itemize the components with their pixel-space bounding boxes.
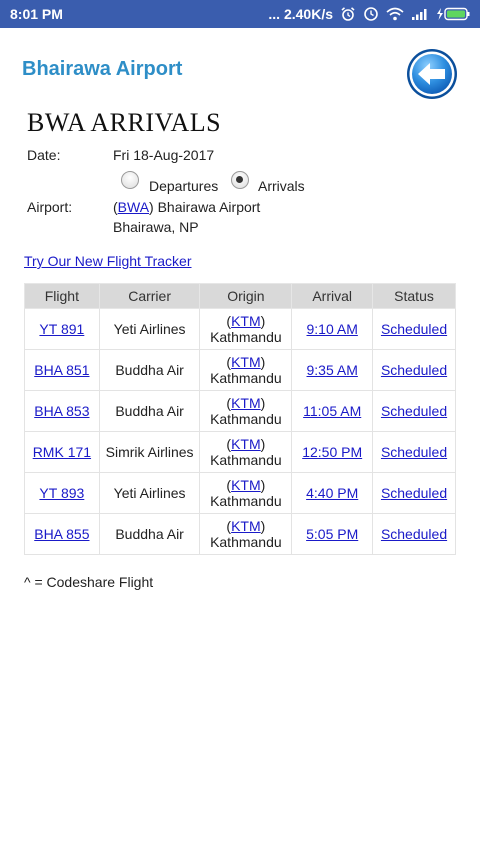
flight-link[interactable]: BHA 855 [34,526,89,542]
date-value: Fri 18-Aug-2017 [113,147,215,163]
carrier-cell: Simrik Airlines [98,431,201,473]
origin-code-link[interactable]: KTM [231,436,261,452]
page-title: BWA ARRIVALS [27,108,222,137]
airport-name: ) Bhairawa Airport [149,199,261,215]
flight-link[interactable]: BHA 851 [34,362,89,378]
header-origin: Origin [199,283,293,309]
origin-cell: (KTM) Kathmandu [199,472,293,514]
flight-tracker-link[interactable]: Try Our New Flight Tracker [24,253,192,269]
airport-label: Airport: [27,199,73,215]
carrier-cell: Buddha Air [98,390,201,432]
airport-code-link[interactable]: BWA [118,199,149,215]
origin-code-link[interactable]: KTM [231,477,261,493]
table-row: BHA 853 Buddha Air (KTM) Kathmandu 11:05 … [24,390,456,432]
arrival-time-link[interactable]: 12:50 PM [302,444,362,460]
arrival-time-link[interactable]: 9:10 AM [307,321,358,337]
back-button[interactable] [406,48,458,100]
flight-link[interactable]: RMK 171 [33,444,91,460]
flight-link[interactable]: BHA 853 [34,403,89,419]
origin-city: Kathmandu [210,452,282,468]
origin-cell: (KTM) Kathmandu [199,431,293,473]
table-row: BHA 855 Buddha Air (KTM) Kathmandu 5:05 P… [24,513,456,555]
airport-city: Bhairawa, NP [113,219,199,235]
departures-label[interactable]: Departures [149,178,218,194]
header-carrier: Carrier [98,283,201,309]
status-bar: 8:01 PM ... 2.40K/s [0,0,480,28]
flights-table: Flight Carrier Origin Arrival Status YT … [24,283,456,555]
codeshare-note: ^ = Codeshare Flight [24,574,154,590]
origin-cell: (KTM) Kathmandu [199,513,293,555]
origin-cell: (KTM) Kathmandu [199,349,293,391]
signal-icon [411,7,429,21]
departures-radio[interactable] [121,171,139,189]
origin-code-link[interactable]: KTM [231,518,261,534]
status-link[interactable]: Scheduled [381,321,447,337]
status-link[interactable]: Scheduled [381,526,447,542]
origin-cell: (KTM) Kathmandu [199,308,293,350]
header-flight: Flight [24,283,100,309]
table-row: BHA 851 Buddha Air (KTM) Kathmandu 9:35 A… [24,349,456,391]
arrivals-label[interactable]: Arrivals [258,178,305,194]
carrier-cell: Yeti Airlines [98,308,201,350]
table-row: RMK 171 Simrik Airlines (KTM) Kathmandu 1… [24,431,456,473]
date-label: Date: [27,147,61,163]
clock-icon [363,6,379,22]
app-title: Bhairawa Airport [22,58,183,80]
origin-code-link[interactable]: KTM [231,313,261,329]
arrival-time-link[interactable]: 4:40 PM [306,485,358,501]
status-link[interactable]: Scheduled [381,444,447,460]
network-speed: ... 2.40K/s [268,6,333,22]
origin-city: Kathmandu [210,534,282,550]
status-link[interactable]: Scheduled [381,403,447,419]
origin-city: Kathmandu [210,411,282,427]
battery-charging-icon [436,7,470,21]
origin-code-link[interactable]: KTM [231,354,261,370]
origin-city: Kathmandu [210,370,282,386]
carrier-cell: Buddha Air [98,513,201,555]
origin-city: Kathmandu [210,329,282,345]
status-icons: ... 2.40K/s [268,6,470,22]
origin-city: Kathmandu [210,493,282,509]
status-link[interactable]: Scheduled [381,485,447,501]
status-link[interactable]: Scheduled [381,362,447,378]
airport-value: (BWA) Bhairawa Airport [113,199,260,215]
table-row: YT 891 Yeti Airlines (KTM) Kathmandu 9:10… [24,308,456,350]
origin-code-link[interactable]: KTM [231,395,261,411]
header-arrival: Arrival [291,283,374,309]
status-time: 8:01 PM [10,6,63,22]
back-arrow-icon [407,49,457,99]
flight-link[interactable]: YT 891 [39,321,84,337]
wifi-icon [386,7,404,21]
carrier-cell: Yeti Airlines [98,472,201,514]
header-status: Status [372,283,456,309]
arrival-time-link[interactable]: 11:05 AM [303,403,361,419]
alarm-icon [340,6,356,22]
carrier-cell: Buddha Air [98,349,201,391]
arrival-time-link[interactable]: 9:35 AM [307,362,358,378]
table-header-row: Flight Carrier Origin Arrival Status [24,283,456,309]
flight-link[interactable]: YT 893 [39,485,84,501]
arrival-time-link[interactable]: 5:05 PM [306,526,358,542]
table-row: YT 893 Yeti Airlines (KTM) Kathmandu 4:40… [24,472,456,514]
origin-cell: (KTM) Kathmandu [199,390,293,432]
arrivals-radio[interactable] [231,171,249,189]
